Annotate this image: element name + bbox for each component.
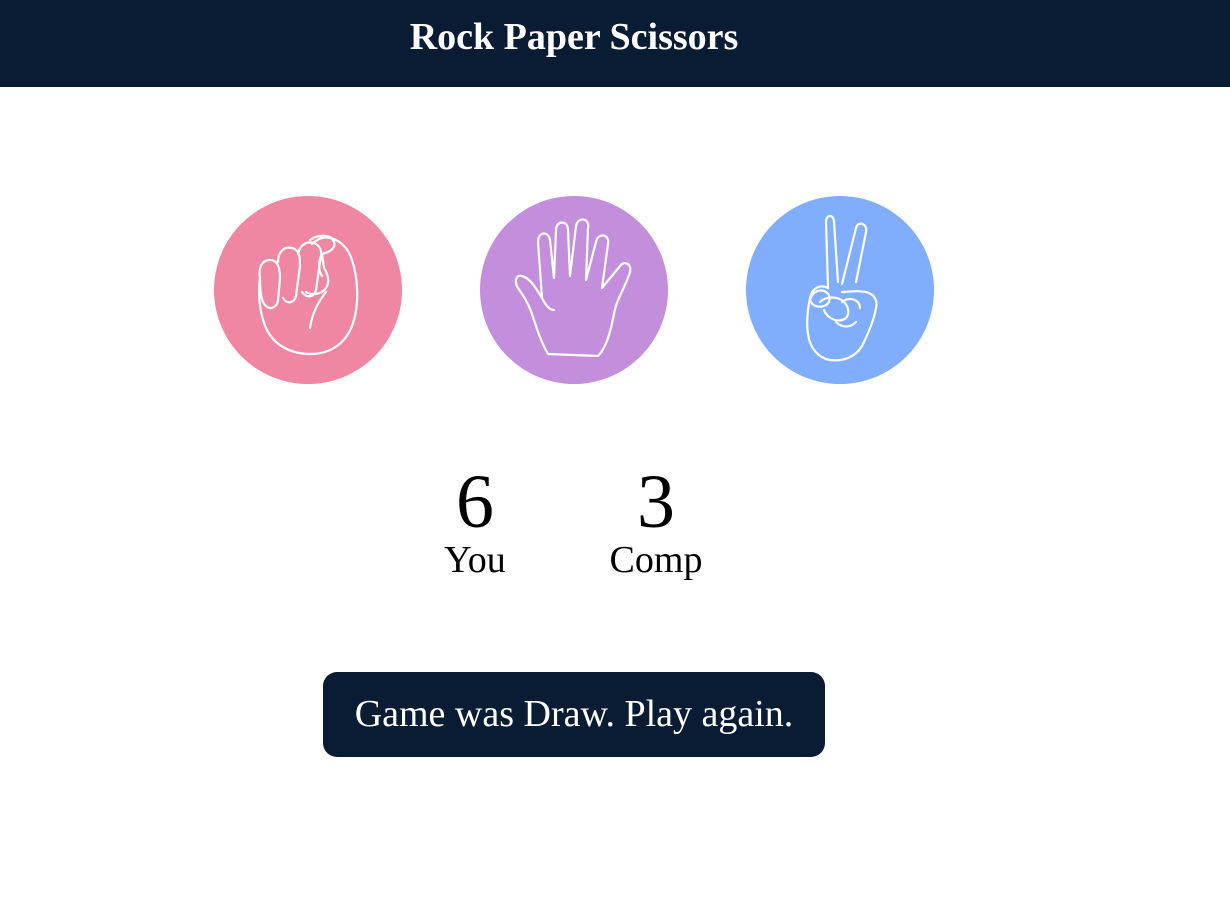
scissors-choice-button[interactable] bbox=[746, 196, 934, 384]
rock-choice-button[interactable] bbox=[214, 196, 402, 384]
comp-score-value: 3 bbox=[637, 460, 675, 544]
user-score: 6 You bbox=[405, 462, 545, 582]
comp-score-label: Comp bbox=[609, 539, 703, 581]
page-title: Rock Paper Scissors bbox=[409, 16, 739, 58]
fist-icon bbox=[258, 234, 359, 356]
open-hand-icon bbox=[514, 218, 632, 358]
comp-score: 3 Comp bbox=[586, 462, 726, 582]
paper-choice-button[interactable] bbox=[480, 196, 668, 384]
result-message: Game was Draw. Play again. bbox=[323, 672, 825, 757]
header-bar: Rock Paper Scissors bbox=[0, 0, 1230, 87]
peace-hand-icon bbox=[806, 214, 878, 362]
user-score-label: You bbox=[444, 539, 506, 581]
user-score-value: 6 bbox=[456, 460, 494, 544]
